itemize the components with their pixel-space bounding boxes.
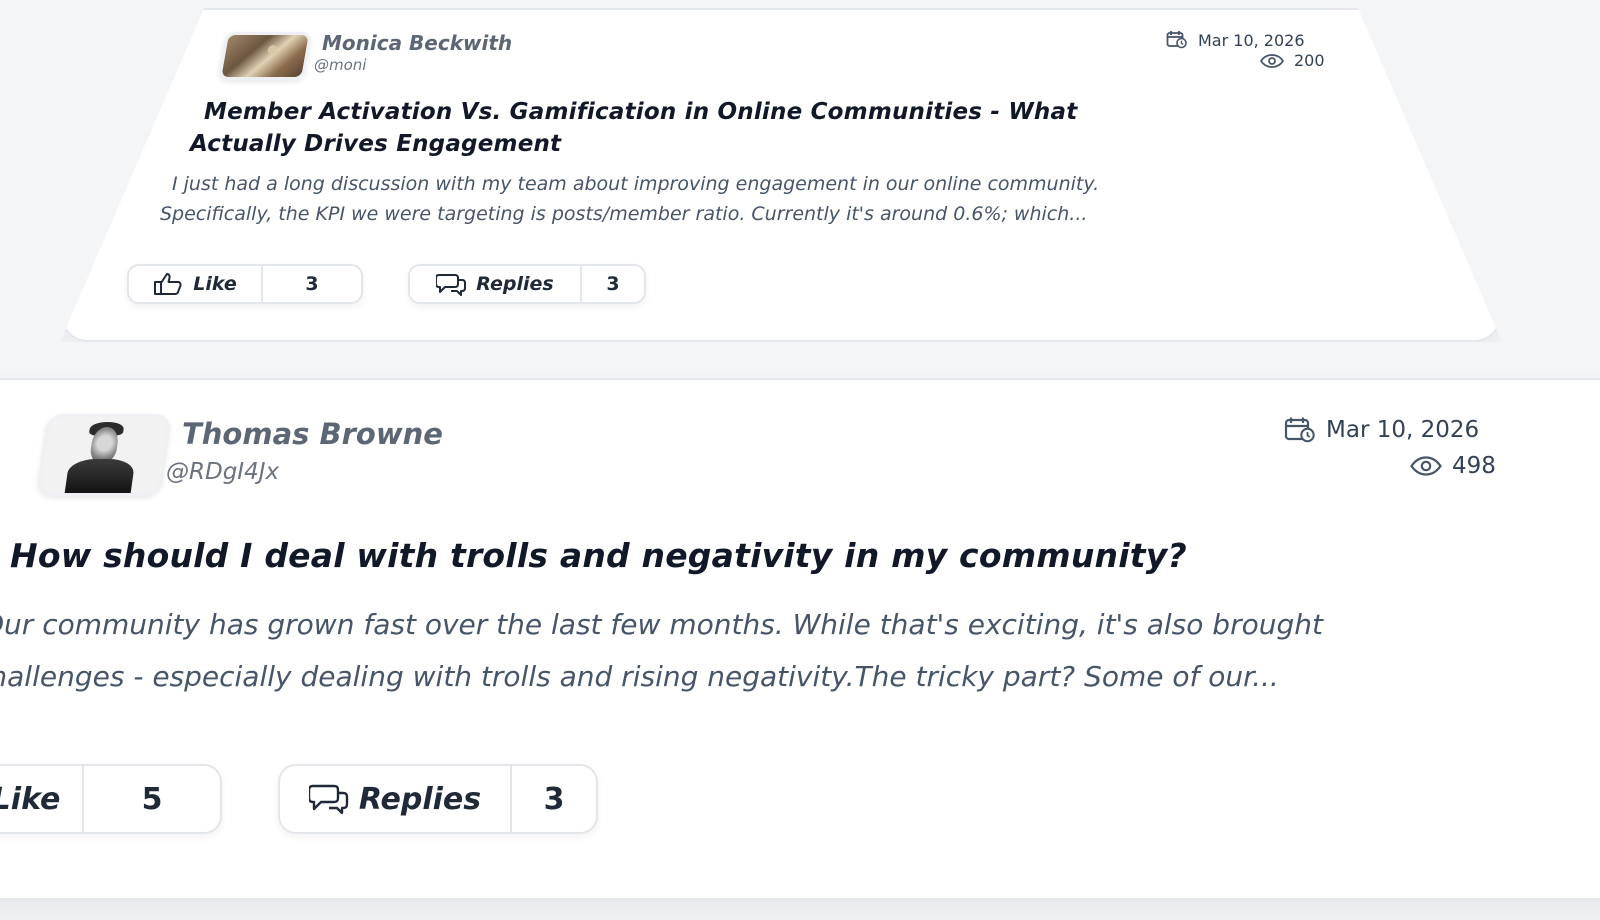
post-excerpt-line-2: Specifically, the KPI we were targeting … — [160, 203, 1088, 225]
thumbs-up-icon — [153, 272, 183, 296]
post-excerpt-line-2: challenges - especially dealing with tro… — [0, 660, 1279, 693]
post-date-text: Mar 10, 2026 — [1326, 417, 1480, 443]
replies-button-label[interactable]: Replies — [280, 766, 510, 832]
post-views-count: 200 — [1294, 51, 1325, 70]
like-button-label[interactable]: Like — [129, 266, 261, 302]
post-title-line-1[interactable]: Member Activation Vs. Gamification in On… — [204, 99, 1077, 125]
eye-icon — [1260, 53, 1284, 68]
post-excerpt-line-1: I just had a long discussion with my tea… — [172, 173, 1100, 195]
author-name[interactable]: Thomas Browne — [182, 417, 443, 451]
replies-label-text: Replies — [358, 781, 482, 817]
calendar-clock-icon — [1166, 30, 1188, 50]
post-title-line-2[interactable]: Actually Drives Engagement — [190, 131, 561, 157]
replies-button[interactable]: Replies 3 — [408, 264, 646, 304]
like-button[interactable]: Like 3 — [127, 264, 363, 304]
like-label-text: Like — [193, 273, 237, 295]
post-date-text: Mar 10, 2026 — [1198, 30, 1305, 50]
like-count: 5 — [82, 766, 220, 832]
like-count: 3 — [261, 266, 361, 302]
post-views: 498 — [1410, 453, 1496, 479]
portrait-body — [64, 459, 136, 495]
post-date: Mar 10, 2026 — [1166, 30, 1305, 50]
eye-icon — [1410, 456, 1442, 476]
calendar-clock-icon — [1284, 416, 1316, 444]
chat-bubbles-icon — [436, 272, 467, 296]
like-button[interactable]: Like 5 — [0, 764, 222, 834]
author-handle[interactable]: @RDgI4Jx — [166, 459, 279, 485]
replies-count: 3 — [580, 266, 644, 302]
post-excerpt-line-1: Our community has grown fast over the la… — [0, 608, 1323, 641]
post-title[interactable]: How should I deal with trolls and negati… — [10, 536, 1187, 575]
post-date: Mar 10, 2026 — [1284, 416, 1479, 444]
replies-button-label[interactable]: Replies — [410, 266, 580, 302]
like-button-label[interactable]: Like — [0, 766, 82, 832]
replies-count: 3 — [510, 766, 596, 832]
like-label-text: Like — [0, 781, 61, 817]
author-handle[interactable]: @moni — [314, 56, 366, 74]
community-feed: Monica Beckwith @moni Mar 10, 2026 200 M… — [0, 0, 1600, 920]
author-avatar[interactable] — [217, 32, 313, 80]
replies-button[interactable]: Replies 3 — [278, 764, 598, 834]
feed-divider — [0, 898, 1600, 900]
author-avatar[interactable] — [36, 414, 172, 496]
chat-bubbles-icon — [308, 782, 349, 816]
post-views: 200 — [1260, 51, 1325, 70]
post-views-count: 498 — [1452, 453, 1496, 479]
author-name[interactable]: Monica Beckwith — [322, 31, 512, 55]
replies-label-text: Replies — [476, 273, 554, 295]
